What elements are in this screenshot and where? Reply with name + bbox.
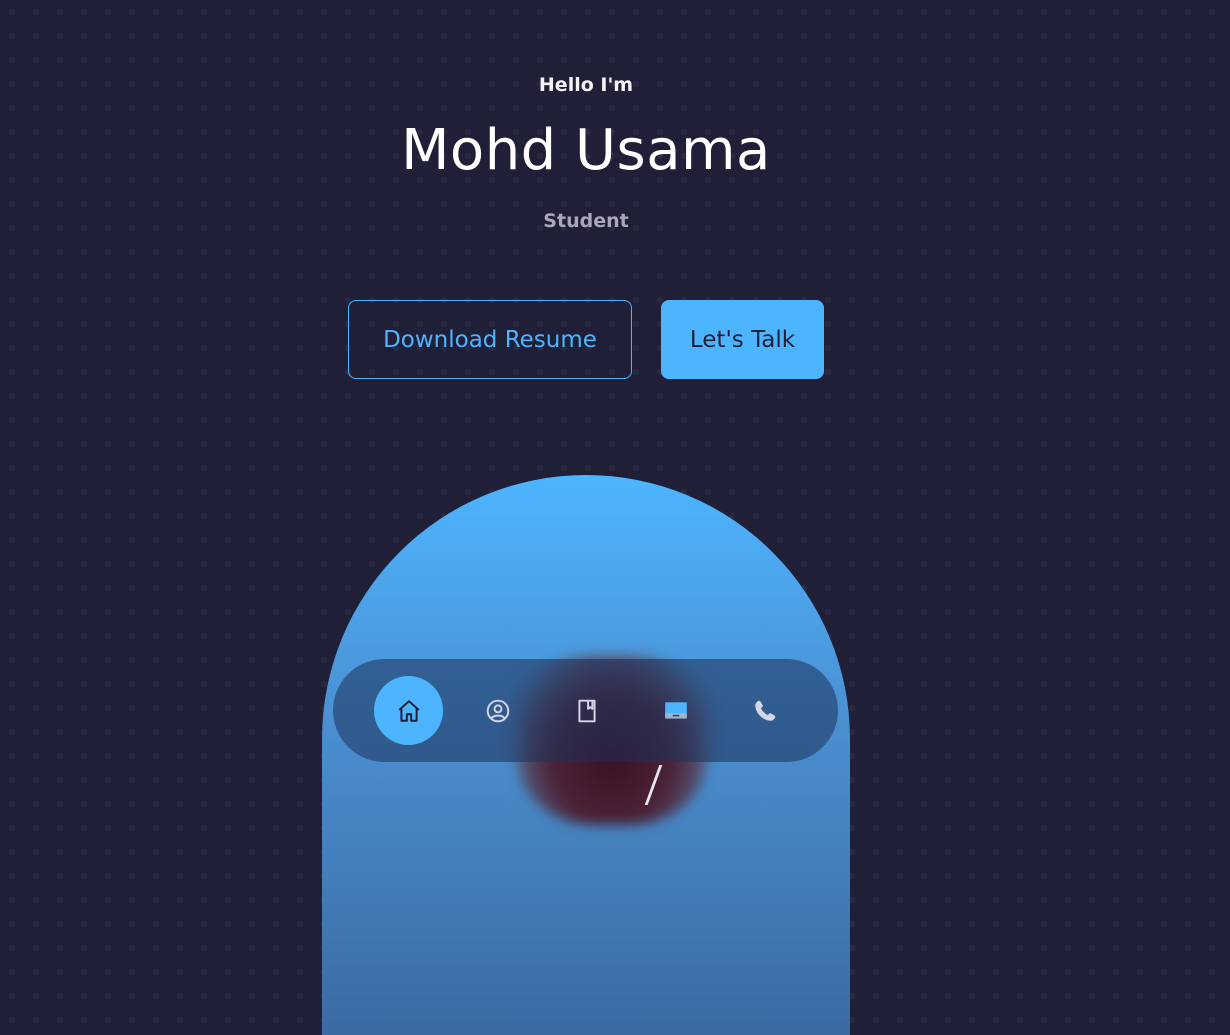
laptop-icon — [664, 701, 687, 719]
bottom-nav — [333, 659, 838, 762]
nav-home[interactable] — [374, 676, 443, 745]
nav-contact[interactable] — [730, 676, 799, 745]
hero-name: Mohd Usama — [401, 118, 771, 183]
download-resume-button[interactable]: Download Resume — [348, 300, 632, 379]
hero-role: Student — [543, 210, 629, 232]
greeting-text: Hello I'm — [538, 74, 634, 96]
book-icon — [577, 699, 596, 722]
lets-talk-button[interactable]: Let's Talk — [661, 300, 824, 379]
nav-experience[interactable] — [552, 676, 621, 745]
phone-icon — [754, 700, 775, 721]
nav-portfolio[interactable] — [641, 676, 710, 745]
user-icon — [486, 699, 509, 722]
hero-section: Hello I'm Mohd Usama Student Download Re… — [0, 0, 1230, 1035]
home-icon — [398, 699, 419, 722]
nav-about[interactable] — [463, 676, 532, 745]
